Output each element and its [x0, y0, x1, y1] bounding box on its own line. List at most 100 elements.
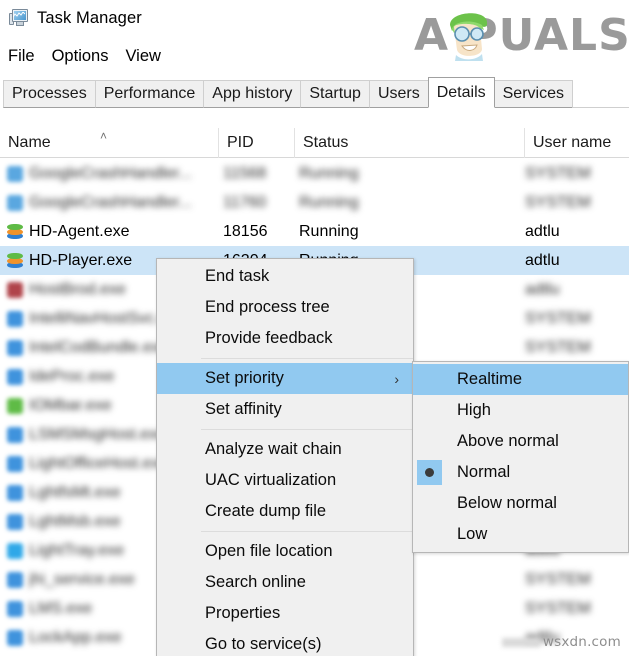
menu-item-label: Set affinity: [205, 400, 282, 418]
menu-file[interactable]: File: [8, 47, 35, 66]
menu-separator: [201, 358, 413, 359]
site-watermark: wsxdn.com: [501, 634, 621, 650]
process-name-cell: HD-Agent.exe: [29, 222, 130, 240]
context-menu-item-provide-feedback[interactable]: Provide feedback: [157, 323, 413, 354]
table-row[interactable]: GoogleCrashHandler... 11568 Running SYSTEM: [0, 159, 629, 188]
table-row[interactable]: HD-Agent.exe 18156 Running adtlu: [0, 217, 629, 246]
process-user-cell: SYSTEM: [525, 164, 591, 182]
priority-item-realtime[interactable]: Realtime: [413, 364, 628, 395]
chevron-right-icon: ›: [394, 370, 399, 387]
generic-app-icon: [7, 542, 23, 559]
tab-strip-filler: [571, 107, 629, 108]
context-menu-item-create-dump-file[interactable]: Create dump file: [157, 496, 413, 527]
task-manager-window: Task Manager A PUALS File Options View P…: [0, 0, 629, 656]
generic-app-icon: [7, 513, 23, 530]
priority-item-below-normal[interactable]: Below normal: [413, 488, 628, 519]
context-menu-item-analyze-wait-chain[interactable]: Analyze wait chain: [157, 434, 413, 465]
generic-app-icon: [7, 310, 23, 327]
menu-item-label: End process tree: [205, 298, 330, 316]
chrome-icon: [7, 397, 23, 414]
bluestacks-icon: [7, 252, 23, 269]
context-menu-item-go-to-service-s[interactable]: Go to service(s): [157, 629, 413, 656]
radio-checked-icon: [417, 460, 442, 485]
menu-item-label: End task: [205, 267, 270, 285]
window-title: Task Manager: [37, 8, 142, 27]
menu-item-label: Create dump file: [205, 502, 327, 520]
priority-item-low[interactable]: Low: [413, 519, 628, 550]
task-manager-icon: [9, 9, 29, 27]
process-status-cell: Running: [299, 222, 359, 240]
tab-services[interactable]: Services: [493, 80, 573, 108]
process-user-cell: adtlu: [525, 280, 560, 298]
generic-app-icon: [7, 165, 23, 182]
priority-item-label: Realtime: [457, 370, 523, 388]
menu-item-label: Search online: [205, 573, 306, 591]
menu-separator: [201, 531, 413, 532]
generic-app-icon: [7, 455, 23, 472]
process-pid-cell: 18156: [223, 222, 268, 240]
tab-performance[interactable]: Performance: [94, 80, 205, 108]
generic-app-icon: [7, 426, 23, 443]
context-menu-item-search-online[interactable]: Search online: [157, 567, 413, 598]
menu-item-label: UAC virtualization: [205, 471, 337, 489]
generic-app-icon: [7, 600, 23, 617]
process-user-cell: adtlu: [525, 251, 560, 269]
tab-users[interactable]: Users: [368, 80, 429, 108]
process-user-cell: SYSTEM: [525, 599, 591, 617]
watermark-text: wsxdn.com: [542, 634, 621, 650]
context-menu-item-uac-virtualization[interactable]: UAC virtualization: [157, 465, 413, 496]
context-menu-item-open-file-location[interactable]: Open file location: [157, 536, 413, 567]
process-user-cell: SYSTEM: [525, 570, 591, 588]
process-user-cell: SYSTEM: [525, 309, 591, 327]
tab-processes[interactable]: Processes: [3, 80, 96, 108]
process-status-cell: Running: [299, 193, 359, 211]
tab-strip: Processes Performance App history Startu…: [0, 76, 629, 108]
generic-app-icon: [7, 571, 23, 588]
context-menu-item-end-task[interactable]: End task: [157, 261, 413, 292]
tab-startup[interactable]: Startup: [300, 80, 370, 108]
process-context-menu[interactable]: End task End process tree Provide feedback…: [156, 258, 414, 656]
process-pid-cell: 11760: [223, 193, 267, 211]
menu-item-label: Properties: [205, 604, 281, 622]
priority-item-label: Above normal: [457, 432, 559, 450]
priority-item-label: Normal: [457, 463, 511, 481]
generic-app-icon: [7, 194, 23, 211]
process-name-cell: GoogleCrashHandler...: [29, 193, 192, 211]
priority-item-label: Low: [457, 525, 488, 543]
tab-details[interactable]: Details: [427, 77, 495, 108]
column-header-user[interactable]: User name: [525, 128, 629, 158]
priority-item-normal[interactable]: Normal: [413, 457, 628, 488]
menu-options[interactable]: Options: [52, 47, 109, 66]
table-row[interactable]: GoogleCrashHandler... 11760 Running SYSTEM: [0, 188, 629, 217]
menu-item-label: Open file location: [205, 542, 333, 560]
priority-item-label: High: [457, 401, 491, 419]
menu-view[interactable]: View: [125, 47, 160, 66]
set-priority-submenu[interactable]: Realtime High Above normal Normal Below norm…: [412, 361, 629, 553]
bluestacks-icon: [7, 223, 23, 240]
process-name-cell: GoogleCrashHandler...: [29, 164, 192, 182]
column-header-name-label: Name: [8, 134, 51, 151]
menu-item-label: Provide feedback: [205, 329, 333, 347]
priority-item-high[interactable]: High: [413, 395, 628, 426]
tab-app-history[interactable]: App history: [203, 80, 302, 108]
priority-item-above-normal[interactable]: Above normal: [413, 426, 628, 457]
process-status-cell: Running: [299, 164, 359, 182]
chart-glyph: [13, 12, 25, 18]
menu-item-label: Set priority: [205, 369, 284, 387]
generic-app-icon: [7, 368, 23, 385]
column-header-name[interactable]: Name ˄: [0, 128, 219, 158]
menu-separator: [201, 429, 413, 430]
priority-item-label: Below normal: [457, 494, 557, 512]
process-user-cell: SYSTEM: [525, 193, 591, 211]
context-menu-item-end-process-tree[interactable]: End process tree: [157, 292, 413, 323]
generic-app-icon: [7, 339, 23, 356]
sort-ascending-icon: ˄: [100, 129, 108, 143]
menu-bar: File Options View: [0, 42, 629, 70]
column-header-pid[interactable]: PID: [219, 128, 295, 158]
context-menu-item-set-affinity[interactable]: Set affinity: [157, 394, 413, 425]
process-user-cell: SYSTEM: [525, 338, 591, 356]
context-menu-item-properties[interactable]: Properties: [157, 598, 413, 629]
context-menu-item-set-priority[interactable]: Set priority ›: [157, 363, 413, 394]
column-header-status[interactable]: Status: [295, 128, 525, 158]
process-pid-cell: 11568: [223, 164, 267, 182]
